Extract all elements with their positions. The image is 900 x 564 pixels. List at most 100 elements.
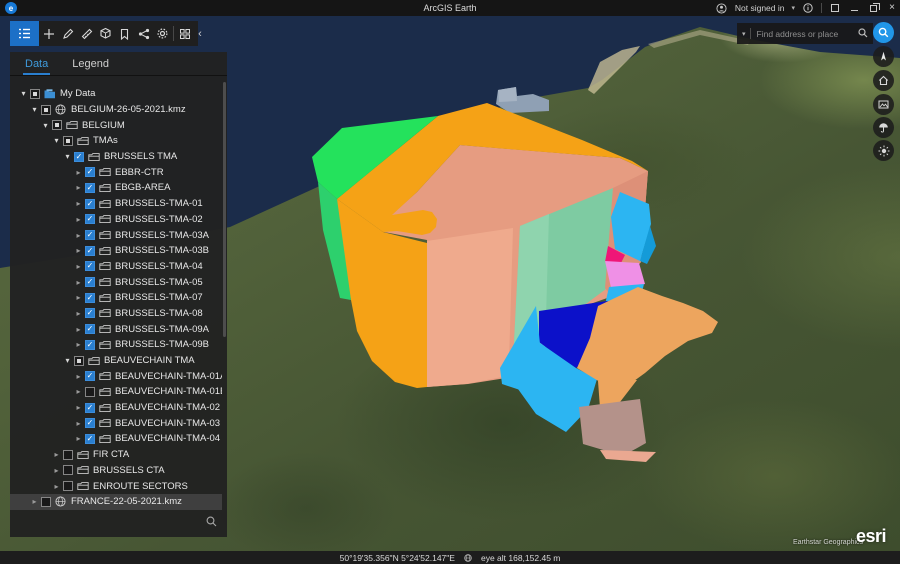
visibility-checkbox[interactable]: ✓	[85, 167, 95, 177]
tree-item-brussels-tma-07[interactable]: ▸✓ BRUSSELS-TMA-07	[10, 290, 222, 306]
tree-item-beauvechain-tma-03[interactable]: ▸✓BEAUVECHAIN-TMA-03	[10, 415, 222, 431]
info-icon[interactable]	[802, 2, 814, 14]
collapse-arrow-icon[interactable]: ▾	[50, 136, 63, 145]
panel-scrollbar[interactable]	[223, 82, 226, 337]
tree-item-label[interactable]: TMAs	[93, 135, 118, 146]
tools-gallery-button[interactable]	[175, 21, 194, 46]
home-button[interactable]	[873, 70, 894, 91]
expand-arrow-icon[interactable]: ▸	[50, 482, 63, 491]
tree-item-label[interactable]: EBGB-AREA	[115, 182, 170, 193]
search-box[interactable]: ▾	[737, 23, 873, 44]
search-button[interactable]	[873, 22, 894, 43]
tree-item-label[interactable]: BEAUVECHAIN-TMA-02	[115, 402, 220, 413]
tree-item-belgium[interactable]: ▾ BELGIUM	[10, 117, 222, 133]
expand-arrow-icon[interactable]: ▸	[72, 183, 85, 192]
visibility-checkbox[interactable]: ✓	[85, 371, 95, 381]
panel-search-icon[interactable]	[206, 514, 217, 532]
expand-arrow-icon[interactable]: ▸	[28, 497, 41, 506]
tree-item-brussels-tma-04[interactable]: ▸✓ BRUSSELS-TMA-04	[10, 259, 222, 275]
bookmarks-button[interactable]	[115, 21, 134, 46]
tree-item-label[interactable]: BEAUVECHAIN-TMA-04	[115, 433, 220, 444]
visibility-checkbox[interactable]: ✓	[85, 214, 95, 224]
visibility-checkbox[interactable]	[63, 481, 73, 491]
expand-arrow-icon[interactable]: ▸	[72, 293, 85, 302]
expand-arrow-icon[interactable]: ▸	[50, 450, 63, 459]
tree-item-beauvechain-tma[interactable]: ▾BEAUVECHAIN TMA	[10, 353, 222, 369]
tree-item-ebbr-ctr[interactable]: ▸✓EBBR-CTR	[10, 164, 222, 180]
tree-item-label[interactable]: BRUSSELS-TMA-09B	[115, 339, 209, 350]
tree-item-label[interactable]: FRANCE-22-05-2021.kmz	[71, 496, 182, 507]
expand-arrow-icon[interactable]: ▸	[72, 262, 85, 271]
visibility-checkbox[interactable]	[74, 356, 84, 366]
tab-legend[interactable]: Legend	[72, 58, 109, 75]
tree-item-belgium-26-05-2021-kmz[interactable]: ▾ BELGIUM-26-05-2021.kmz	[10, 102, 222, 118]
salmon-bottom-strip[interactable]	[600, 450, 656, 462]
tree-item-label[interactable]: BELGIUM	[82, 120, 125, 131]
visibility-checkbox[interactable]: ✓	[85, 261, 95, 271]
search-input[interactable]	[755, 28, 854, 40]
collapse-arrow-icon[interactable]: ▾	[61, 152, 74, 161]
orange-flat-wing[interactable]	[577, 287, 718, 382]
brown-poly[interactable]	[579, 399, 646, 452]
tree-item-label[interactable]: BRUSSELS-TMA-09A	[115, 324, 209, 335]
draw-button[interactable]	[58, 21, 77, 46]
tree-item-label[interactable]: BEAUVECHAIN-TMA-01A	[115, 371, 222, 382]
visibility-checkbox[interactable]	[63, 136, 73, 146]
visibility-checkbox[interactable]: ✓	[85, 230, 95, 240]
visibility-checkbox[interactable]: ✓	[85, 403, 95, 413]
tree-item-brussels-tma-01[interactable]: ▸✓BRUSSELS-TMA-01	[10, 196, 222, 212]
tree-item-brussels-cta[interactable]: ▸BRUSSELS CTA	[10, 463, 222, 479]
expand-arrow-icon[interactable]: ▸	[50, 466, 63, 475]
collapse-arrow-icon[interactable]: ▾	[17, 89, 30, 98]
daylight-button[interactable]	[873, 140, 894, 161]
weather-button[interactable]	[873, 117, 894, 138]
tree-item-brussels-tma-09a[interactable]: ▸✓ BRUSSELS-TMA-09A	[10, 321, 222, 337]
search-dropdown-caret[interactable]: ▾	[742, 30, 746, 38]
tree-item-label[interactable]: BELGIUM-26-05-2021.kmz	[71, 104, 186, 115]
visibility-checkbox[interactable]: ✓	[85, 308, 95, 318]
visibility-checkbox[interactable]	[52, 120, 62, 130]
visibility-checkbox[interactable]: ✓	[85, 324, 95, 334]
expand-arrow-icon[interactable]: ▸	[72, 199, 85, 208]
visibility-checkbox[interactable]	[30, 89, 40, 99]
visibility-checkbox[interactable]: ✓	[85, 340, 95, 350]
expand-arrow-icon[interactable]: ▸	[72, 215, 85, 224]
expand-arrow-icon[interactable]: ▸	[72, 246, 85, 255]
visibility-checkbox[interactable]	[41, 497, 51, 507]
tree-item-beauvechain-tma-01b[interactable]: ▸BEAUVECHAIN-TMA-01B	[10, 384, 222, 400]
expand-arrow-icon[interactable]: ▸	[72, 340, 85, 349]
tree-item-enroute-sectors[interactable]: ▸ ENROUTE SECTORS	[10, 478, 222, 494]
visibility-checkbox[interactable]: ✓	[85, 434, 95, 444]
tree-item-label[interactable]: BRUSSELS-TMA-07	[115, 292, 203, 303]
compass-button[interactable]	[873, 46, 894, 67]
expand-arrow-icon[interactable]: ▸	[72, 309, 85, 318]
tree-item-label[interactable]: BRUSSELS-TMA-02	[115, 214, 203, 225]
collapse-arrow-icon[interactable]: ▾	[39, 121, 52, 130]
expand-arrow-icon[interactable]: ▸	[72, 387, 85, 396]
visibility-checkbox[interactable]	[63, 465, 73, 475]
tree-item-label[interactable]: BRUSSELS-TMA-03A	[115, 230, 209, 241]
tree-item-tmas[interactable]: ▾ TMAs	[10, 133, 222, 149]
tree-item-label[interactable]: BRUSSELS TMA	[104, 151, 177, 162]
expand-arrow-icon[interactable]: ▸	[72, 325, 85, 334]
expand-arrow-icon[interactable]: ▸	[72, 168, 85, 177]
restore-button[interactable]	[867, 2, 879, 14]
share-button[interactable]	[134, 21, 153, 46]
visibility-checkbox[interactable]: ✓	[85, 293, 95, 303]
signin-caret-icon[interactable]: ▾	[791, 4, 795, 12]
tree-item-label[interactable]: BRUSSELS-TMA-08	[115, 308, 203, 319]
collapse-arrow-icon[interactable]: ▾	[28, 105, 41, 114]
visibility-checkbox[interactable]: ✓	[85, 277, 95, 287]
tree-item-brussels-tma-05[interactable]: ▸✓BRUSSELS-TMA-05	[10, 274, 222, 290]
tree-item-label[interactable]: BEAUVECHAIN-TMA-03	[115, 418, 220, 429]
add-data-button[interactable]	[39, 21, 58, 46]
tree-item-brussels-tma-08[interactable]: ▸✓ BRUSSELS-TMA-08	[10, 306, 222, 322]
visibility-checkbox[interactable]	[41, 105, 51, 115]
tree-item-label[interactable]: BEAUVECHAIN TMA	[104, 355, 195, 366]
tree-item-label[interactable]: BRUSSELS-TMA-04	[115, 261, 203, 272]
tree-item-brussels-tma-09b[interactable]: ▸✓ BRUSSELS-TMA-09B	[10, 337, 222, 353]
tree-item-my-data[interactable]: ▾My Data	[10, 86, 222, 102]
tree-item-label[interactable]: ENROUTE SECTORS	[93, 481, 188, 492]
visibility-checkbox[interactable]: ✓	[85, 183, 95, 193]
tree-item-beauvechain-tma-02[interactable]: ▸✓BEAUVECHAIN-TMA-02	[10, 400, 222, 416]
